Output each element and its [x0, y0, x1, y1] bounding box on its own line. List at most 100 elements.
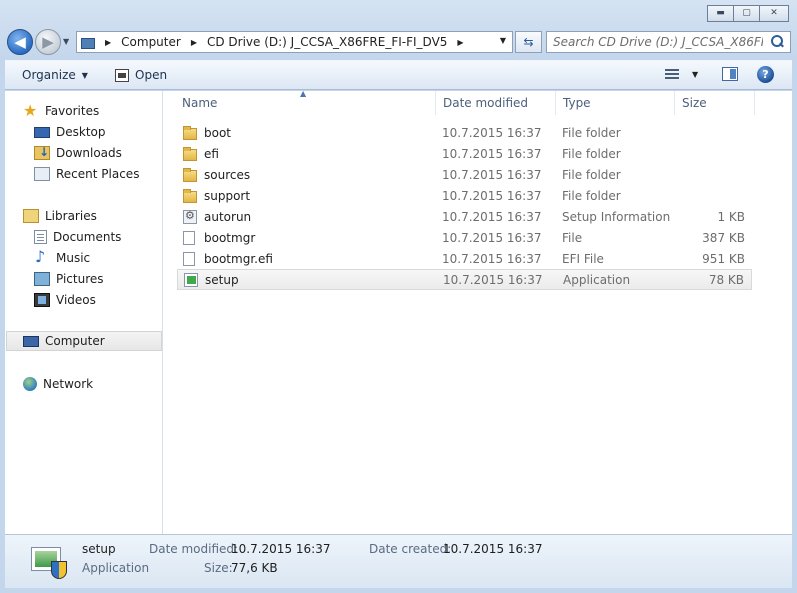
- file-name: sources: [204, 167, 251, 182]
- navigation-pane[interactable]: Favorites Desktop Downloads Recent Place…: [5, 91, 163, 534]
- refresh-button[interactable]: ⇆: [515, 31, 542, 53]
- main-content: Favorites Desktop Downloads Recent Place…: [5, 89, 792, 534]
- search-box[interactable]: [546, 31, 791, 53]
- minimize-icon: ▬: [716, 8, 725, 18]
- file-size: 951 KB: [702, 251, 745, 266]
- column-header-name[interactable]: Name: [165, 91, 436, 115]
- file-row[interactable]: sources 10.7.2015 16:37 File folder: [177, 164, 752, 185]
- file-type: EFI File: [562, 251, 604, 266]
- preview-pane-icon[interactable]: [722, 67, 738, 81]
- maximize-button[interactable]: ▢: [733, 5, 760, 22]
- sidebar-item-label: Videos: [56, 293, 96, 307]
- sidebar-item-label: Music: [56, 251, 91, 265]
- file-type: File: [562, 230, 583, 245]
- setup-application-icon: [31, 543, 69, 579]
- column-header-date-modified[interactable]: Date modified: [436, 91, 556, 115]
- open-button[interactable]: Open: [115, 68, 167, 82]
- file-date: 10.7.2015 16:37: [442, 146, 542, 161]
- computer-icon: [23, 335, 39, 347]
- sidebar-item-desktop[interactable]: Desktop: [34, 122, 106, 142]
- search-icon[interactable]: [771, 35, 784, 48]
- address-bar[interactable]: ▶ Computer ▶ CD Drive (D:) J_CCSA_X86FRE…: [76, 31, 513, 53]
- file-date: 10.7.2015 16:37: [442, 230, 542, 245]
- file-name: autorun: [204, 209, 252, 224]
- column-header-size[interactable]: Size: [675, 91, 755, 115]
- open-icon: [115, 68, 129, 82]
- file-row[interactable]: support 10.7.2015 16:37 File folder: [177, 185, 752, 206]
- file-row-selected[interactable]: setup 10.7.2015 16:37 Application 78 KB: [177, 269, 752, 290]
- file-row[interactable]: autorun 10.7.2015 16:37 Setup Informatio…: [177, 206, 752, 227]
- file-name: bootmgr: [204, 230, 256, 245]
- file-row[interactable]: efi 10.7.2015 16:37 File folder: [177, 143, 752, 164]
- sidebar-item-recent-places[interactable]: Recent Places: [34, 164, 139, 184]
- folder-icon: [183, 188, 197, 203]
- window-controls: ▬ ▢ ✕: [707, 5, 789, 22]
- file-list[interactable]: ▲ Name Date modified Type Size boot 10.7…: [165, 89, 792, 534]
- details-pane: setup Application Date modified: 10.7.20…: [5, 534, 792, 588]
- file-type: Setup Information: [562, 209, 671, 224]
- column-header-type[interactable]: Type: [556, 91, 675, 115]
- details-date-created-label: Date created:: [369, 542, 452, 556]
- pictures-icon: [34, 272, 50, 286]
- file-type: File folder: [562, 188, 621, 203]
- sidebar-item-documents[interactable]: Documents: [34, 227, 121, 247]
- view-options-dropdown[interactable]: ▼: [692, 70, 698, 79]
- search-input[interactable]: [553, 35, 763, 49]
- application-icon: [184, 272, 198, 287]
- documents-icon: [34, 230, 47, 244]
- organize-button[interactable]: Organize ▼: [22, 68, 88, 82]
- sidebar-item-label: Network: [43, 377, 94, 391]
- file-name-cell: bootmgr.efi: [183, 251, 273, 266]
- file-size: 78 KB: [708, 272, 744, 287]
- chevron-right-icon[interactable]: ▶: [457, 38, 463, 47]
- file-type: File folder: [562, 125, 621, 140]
- explorer-window: ▬ ▢ ✕ ◀ ▶ ▼ ▶ Computer ▶ CD Drive (D:) J…: [0, 0, 797, 593]
- open-label: Open: [135, 68, 168, 82]
- sidebar-item-label: Desktop: [56, 125, 106, 139]
- file-date: 10.7.2015 16:37: [442, 188, 542, 203]
- sidebar-item-favorites[interactable]: Favorites: [23, 101, 99, 121]
- sidebar-item-label: Libraries: [45, 209, 97, 223]
- chevron-right-icon[interactable]: ▶: [105, 38, 111, 47]
- file-date: 10.7.2015 16:37: [442, 125, 542, 140]
- file-icon: [183, 230, 195, 245]
- star-icon: [23, 101, 39, 120]
- file-name-cell: autorun: [183, 209, 252, 224]
- change-view-icon[interactable]: [665, 69, 679, 81]
- address-history-dropdown[interactable]: ▼: [500, 36, 506, 45]
- forward-button[interactable]: ▶: [35, 29, 61, 55]
- maximize-icon: ▢: [742, 8, 751, 18]
- network-icon: [23, 377, 37, 391]
- file-row[interactable]: bootmgr.efi 10.7.2015 16:37 EFI File 951…: [177, 248, 752, 269]
- file-date: 10.7.2015 16:37: [443, 272, 543, 287]
- sidebar-item-libraries[interactable]: Libraries: [23, 206, 97, 226]
- sidebar-item-downloads[interactable]: Downloads: [34, 143, 122, 163]
- column-headers: ▲ Name Date modified Type Size: [165, 89, 792, 115]
- sidebar-item-videos[interactable]: Videos: [34, 290, 96, 310]
- sidebar-item-label: Computer: [45, 334, 105, 348]
- recent-locations-button[interactable]: ▼: [63, 37, 69, 46]
- file-row[interactable]: boot 10.7.2015 16:37 File folder: [177, 122, 752, 143]
- sidebar-item-network[interactable]: Network: [23, 374, 93, 394]
- sidebar-item-pictures[interactable]: Pictures: [34, 269, 104, 289]
- file-row[interactable]: bootmgr 10.7.2015 16:37 File 387 KB: [177, 227, 752, 248]
- column-header-label: Size: [682, 96, 707, 110]
- minimize-button[interactable]: ▬: [707, 5, 734, 22]
- sidebar-item-computer[interactable]: Computer: [6, 331, 162, 351]
- column-header-label: Type: [563, 96, 591, 110]
- folder-icon: [183, 146, 197, 161]
- back-button[interactable]: ◀: [7, 29, 33, 55]
- sidebar-item-label: Recent Places: [56, 167, 140, 181]
- music-icon: [34, 247, 50, 266]
- help-icon[interactable]: ?: [757, 66, 774, 83]
- file-date: 10.7.2015 16:37: [442, 251, 542, 266]
- close-button[interactable]: ✕: [759, 5, 789, 22]
- file-date: 10.7.2015 16:37: [442, 167, 542, 182]
- details-file-name: setup: [82, 542, 116, 556]
- sidebar-item-music[interactable]: Music: [34, 247, 91, 268]
- chevron-right-icon[interactable]: ▶: [191, 38, 197, 47]
- column-header-label: Name: [182, 96, 218, 110]
- breadcrumb-cd-drive[interactable]: CD Drive (D:) J_CCSA_X86FRE_FI-FI_DV5: [207, 35, 447, 49]
- breadcrumb-computer[interactable]: Computer: [121, 35, 181, 49]
- sidebar-item-label: Downloads: [56, 146, 122, 160]
